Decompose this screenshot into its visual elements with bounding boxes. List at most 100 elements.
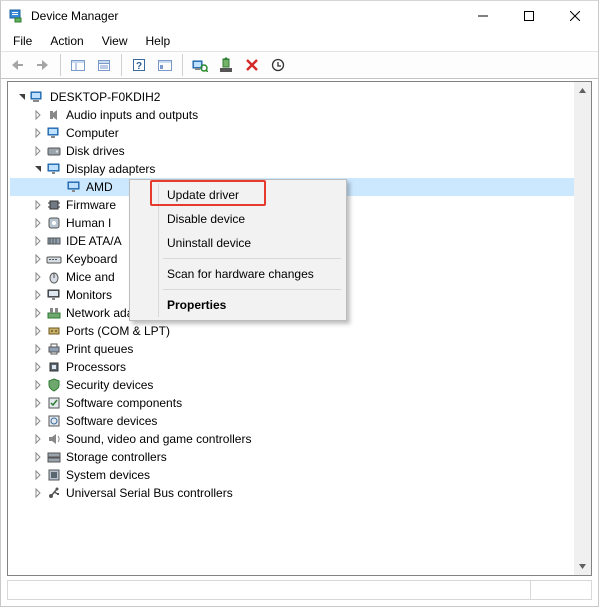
status-cell (531, 581, 591, 599)
expand-icon[interactable] (30, 218, 46, 228)
properties-button[interactable] (92, 54, 116, 76)
display-icon (46, 161, 62, 177)
menu-file[interactable]: File (5, 32, 40, 50)
system-icon (46, 467, 62, 483)
expand-icon[interactable] (30, 236, 46, 246)
expand-icon[interactable] (30, 254, 46, 264)
tree-node-label: Audio inputs and outputs (66, 106, 198, 124)
uninstall-button[interactable] (240, 54, 264, 76)
back-button[interactable] (5, 54, 29, 76)
scan-hardware-button[interactable] (188, 54, 212, 76)
tree-node-label: IDE ATA/A (66, 232, 122, 250)
expand-icon[interactable] (30, 326, 46, 336)
hid-icon (46, 215, 62, 231)
ctx-uninstall-device[interactable]: Uninstall device (133, 231, 343, 255)
tree-node[interactable]: Software components (10, 394, 589, 412)
expand-icon[interactable] (30, 128, 46, 138)
audio-icon (46, 107, 62, 123)
window-title: Device Manager (31, 9, 118, 23)
expand-icon[interactable] (30, 362, 46, 372)
tree-node[interactable]: Processors (10, 358, 589, 376)
tree-node[interactable]: System devices (10, 466, 589, 484)
expand-icon[interactable] (30, 110, 46, 120)
tree-node-label: Software components (66, 394, 182, 412)
update-driver-button[interactable] (214, 54, 238, 76)
tree-node-label: Display adapters (66, 160, 155, 178)
close-button[interactable] (552, 1, 598, 31)
keyboard-icon (46, 251, 62, 267)
tree-node[interactable]: Print queues (10, 340, 589, 358)
context-menu-separator (163, 289, 341, 290)
menu-help[interactable]: Help (138, 32, 179, 50)
expand-icon[interactable] (30, 434, 46, 444)
ctx-scan-for-hardware-changes[interactable]: Scan for hardware changes (133, 262, 343, 286)
show-hide-tree-button[interactable] (66, 54, 90, 76)
tree-node[interactable]: Ports (COM & LPT) (10, 322, 589, 340)
tree-node-label: Ports (COM & LPT) (66, 322, 170, 340)
tree-node[interactable]: Audio inputs and outputs (10, 106, 589, 124)
expand-icon[interactable] (30, 290, 46, 300)
tree-node-label: Sound, video and game controllers (66, 430, 251, 448)
tree-node[interactable]: Security devices (10, 376, 589, 394)
ctx-disable-device[interactable]: Disable device (133, 207, 343, 231)
tree-node-label: Computer (66, 124, 119, 142)
tree-root[interactable]: DESKTOP-F0KDIH2 (10, 88, 589, 106)
collapse-icon[interactable] (30, 164, 46, 174)
expand-icon[interactable] (30, 380, 46, 390)
forward-button[interactable] (31, 54, 55, 76)
expand-icon[interactable] (30, 272, 46, 282)
tree-node-label: Disk drives (66, 142, 125, 160)
disable-button[interactable] (266, 54, 290, 76)
display-icon (66, 179, 82, 195)
status-cell (8, 581, 531, 599)
collapse-icon[interactable] (14, 92, 30, 102)
tree-node-label: Monitors (66, 286, 112, 304)
device-tree-panel: DESKTOP-F0KDIH2 Audio inputs and outputs… (7, 81, 592, 576)
ide-icon (46, 233, 62, 249)
ctx-update-driver[interactable]: Update driver (133, 183, 343, 207)
expand-icon[interactable] (30, 308, 46, 318)
toolbar-separator (182, 54, 183, 76)
tree-node[interactable]: Universal Serial Bus controllers (10, 484, 589, 502)
menu-action[interactable]: Action (42, 32, 91, 50)
expand-icon[interactable] (30, 146, 46, 156)
menu-view[interactable]: View (94, 32, 136, 50)
tree-node[interactable]: Sound, video and game controllers (10, 430, 589, 448)
swdev-icon (46, 413, 62, 429)
tree-node[interactable]: Disk drives (10, 142, 589, 160)
tree-node-label: Processors (66, 358, 126, 376)
usb-icon (46, 485, 62, 501)
tree-node[interactable]: Software devices (10, 412, 589, 430)
app-icon (9, 8, 25, 24)
vertical-scrollbar[interactable] (574, 82, 591, 575)
tree-node[interactable]: Storage controllers (10, 448, 589, 466)
minimize-button[interactable] (460, 1, 506, 31)
tree-node[interactable]: Computer (10, 124, 589, 142)
action-button[interactable] (153, 54, 177, 76)
expand-icon[interactable] (30, 470, 46, 480)
scroll-up-button[interactable] (574, 82, 591, 99)
storage-icon (46, 449, 62, 465)
tree-node-label: Print queues (66, 340, 133, 358)
expand-icon[interactable] (30, 344, 46, 354)
tree-node-label: Universal Serial Bus controllers (66, 484, 233, 502)
expand-icon[interactable] (30, 398, 46, 408)
expand-icon[interactable] (30, 488, 46, 498)
computer-icon (30, 89, 46, 105)
expand-icon[interactable] (30, 416, 46, 426)
tree-node-label: Storage controllers (66, 448, 167, 466)
help-button[interactable]: ? (127, 54, 151, 76)
tree-node[interactable]: Display adapters (10, 160, 589, 178)
tree-node-label: Keyboard (66, 250, 117, 268)
printer-icon (46, 341, 62, 357)
device-manager-window: Device Manager File Action View Help ? (0, 0, 599, 607)
scroll-down-button[interactable] (574, 558, 591, 575)
context-menu: Update driverDisable deviceUninstall dev… (129, 179, 347, 321)
maximize-button[interactable] (506, 1, 552, 31)
expand-icon[interactable] (30, 452, 46, 462)
tree-root-label: DESKTOP-F0KDIH2 (50, 88, 160, 106)
window-controls (460, 1, 598, 31)
port-icon (46, 323, 62, 339)
expand-icon[interactable] (30, 200, 46, 210)
ctx-properties[interactable]: Properties (133, 293, 343, 317)
